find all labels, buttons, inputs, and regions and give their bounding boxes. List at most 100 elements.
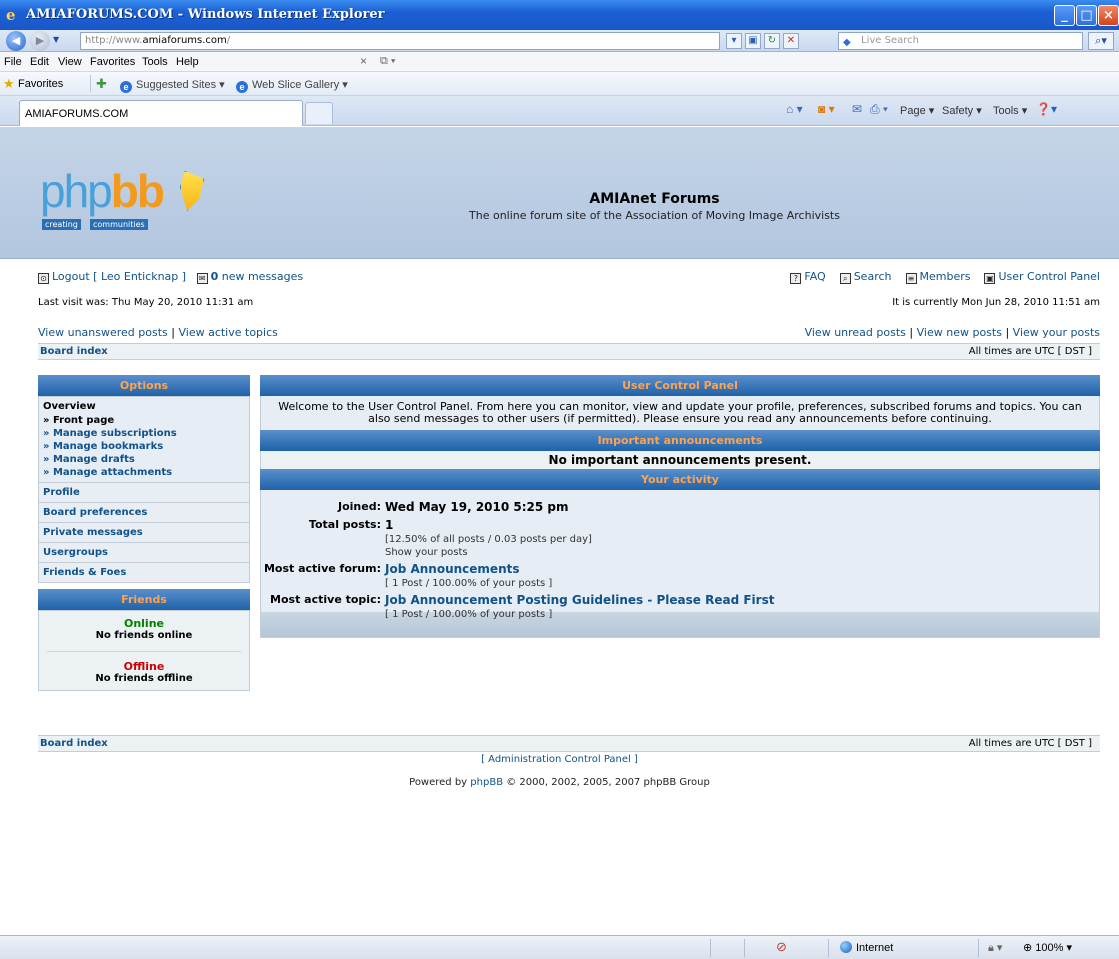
stop-icon[interactable]: ✕ xyxy=(783,33,799,49)
convert-icon[interactable]: ⧉ ▾ xyxy=(380,55,396,68)
quick-link-separator: | xyxy=(909,326,914,339)
tools-menu[interactable]: Tools ▾ xyxy=(993,104,1027,117)
browser-window: e AMIAFORUMS.COM - Windows Internet Expl… xyxy=(0,0,1119,959)
faq-link[interactable]: ? FAQ xyxy=(790,270,826,284)
add-favorite-icon[interactable]: ✚ xyxy=(96,76,107,92)
manage-subscriptions-link[interactable]: » Manage subscriptions xyxy=(39,427,249,440)
unanswered-posts-link[interactable]: View unanswered posts xyxy=(38,326,168,339)
status-divider xyxy=(978,939,979,957)
site-title: AMIAnet Forums xyxy=(589,191,720,207)
friends-foes-section[interactable]: Friends & Foes xyxy=(39,562,249,582)
close-toolbar-icon[interactable]: × xyxy=(360,54,367,68)
close-button[interactable]: × xyxy=(1098,5,1119,26)
ucp-header: User Control Panel xyxy=(260,375,1100,396)
refresh-icon[interactable]: ↻ xyxy=(764,33,780,49)
usergroups-section[interactable]: Usergroups xyxy=(39,542,249,562)
site-description: The online forum site of the Association… xyxy=(469,209,840,222)
home-icon[interactable]: ⌂ ▾ xyxy=(786,102,803,116)
web-slice-icon: e xyxy=(236,81,248,93)
menu-file[interactable]: File xyxy=(4,56,22,68)
live-search-input[interactable]: ◆ Live Search xyxy=(838,32,1083,50)
search-link[interactable]: ⌕ Search xyxy=(839,270,892,284)
menu-view[interactable]: View xyxy=(58,56,82,68)
ucp-label: User Control Panel xyxy=(998,270,1100,283)
recent-pages-dropdown-icon[interactable]: ▼ xyxy=(53,35,59,44)
search-icon: ⌕ xyxy=(839,273,851,284)
compatibility-view-icon[interactable]: ▣ xyxy=(745,33,761,49)
security-zone[interactable]: Internet xyxy=(840,941,893,954)
menu-bar: File Edit View Favorites Tools Help × ⧉ … xyxy=(0,52,1119,72)
profile-section[interactable]: Profile xyxy=(39,482,249,502)
welcome-text: Welcome to the User Control Panel. From … xyxy=(260,396,1100,430)
most-active-topic-detail: [ 1 Post / 100.00% of your posts ] xyxy=(385,609,553,620)
web-slice-gallery-button[interactable]: e Web Slice Gallery ▾ xyxy=(236,78,348,93)
board-index-link-bottom[interactable]: Board index xyxy=(40,738,108,749)
most-active-topic-row: Most active topic: Job Announcement Post… xyxy=(261,593,1099,620)
status-bar: ⊘ Internet 🔒︎ ▾ ⊕ 100% ▾ xyxy=(0,935,1119,959)
phpbb-link[interactable]: phpBB xyxy=(470,777,503,788)
favorites-star-icon[interactable]: ★ xyxy=(3,76,15,92)
logout-link[interactable]: ⊙ Logout [ Leo Enticknap ] xyxy=(38,270,186,284)
status-divider xyxy=(828,939,829,957)
address-dropdown-icon[interactable]: ▾ xyxy=(726,33,742,49)
most-active-topic-label: Most active topic: xyxy=(270,593,381,606)
web-slice-label: Web Slice Gallery ▾ xyxy=(252,79,348,91)
messages-icon: ✉ xyxy=(196,273,208,284)
new-messages-label: new messages xyxy=(221,270,304,283)
new-tab-button[interactable] xyxy=(305,102,333,124)
joined-value: Wed May 19, 2010 5:25 pm xyxy=(385,500,569,514)
board-index-link[interactable]: Board index xyxy=(40,346,108,357)
safety-menu[interactable]: Safety ▾ xyxy=(942,104,982,117)
manage-drafts-link[interactable]: » Manage drafts xyxy=(39,453,249,466)
members-label: Members xyxy=(919,270,971,283)
menu-favorites[interactable]: Favorites xyxy=(90,56,135,68)
status-divider xyxy=(710,939,711,957)
maximize-button[interactable]: □ xyxy=(1076,5,1097,26)
admin-control-panel-link[interactable]: [ Administration Control Panel ] xyxy=(0,754,1119,765)
front-page-link[interactable]: » Front page xyxy=(39,414,249,427)
favorites-button[interactable]: Favorites xyxy=(18,78,63,90)
faq-icon: ? xyxy=(790,273,802,284)
title-bar: e AMIAFORUMS.COM - Windows Internet Expl… xyxy=(0,0,1119,30)
forward-button[interactable]: ▶ xyxy=(30,31,50,51)
ie-logo-icon: e xyxy=(6,6,16,24)
timezone-info-bottom: All times are UTC [ DST ] xyxy=(968,738,1092,749)
tab-amiaforums[interactable]: AMIAFORUMS.COM xyxy=(19,100,303,126)
most-active-forum-detail: [ 1 Post / 100.00% of your posts ] xyxy=(385,578,553,589)
unread-posts-link[interactable]: View unread posts xyxy=(805,326,906,339)
your-posts-link[interactable]: View your posts xyxy=(1013,326,1100,339)
status-divider xyxy=(744,939,745,957)
search-go-button[interactable]: ⌕▾ xyxy=(1088,32,1114,50)
show-your-posts-link[interactable]: Show your posts xyxy=(385,547,468,558)
read-mail-icon[interactable]: ✉ xyxy=(852,102,862,116)
joined-row: Joined: Wed May 19, 2010 5:25 pm xyxy=(261,500,1099,514)
suggested-sites-button[interactable]: e Suggested Sites ▾ xyxy=(120,78,225,93)
most-active-topic-link[interactable]: Job Announcement Posting Guidelines - Pl… xyxy=(385,593,774,607)
protected-mode-lock-icon[interactable]: 🔒︎ ▾ xyxy=(988,941,1002,955)
ucp-link[interactable]: ▣ User Control Panel xyxy=(984,270,1100,284)
ucp-sidebar: Options Overview » Front page » Manage s… xyxy=(38,375,250,691)
new-messages-link[interactable]: ✉ 0 new messages xyxy=(196,270,304,284)
feeds-icon[interactable]: ◙ ▾ xyxy=(818,102,835,116)
internet-globe-icon xyxy=(840,941,852,953)
board-preferences-section[interactable]: Board preferences xyxy=(39,502,249,522)
address-field[interactable]: http://www.amiaforums.com/ xyxy=(80,32,720,50)
menu-help[interactable]: Help xyxy=(176,56,199,68)
menu-tools[interactable]: Tools xyxy=(142,56,168,68)
print-icon[interactable]: ⎙ ▾ xyxy=(870,102,888,117)
suggested-sites-icon: e xyxy=(120,81,132,93)
zoom-level[interactable]: ⊕ 100% ▾ xyxy=(1023,941,1072,954)
members-link[interactable]: ≡ Members xyxy=(905,270,971,284)
manage-bookmarks-link[interactable]: » Manage bookmarks xyxy=(39,440,249,453)
active-topics-link[interactable]: View active topics xyxy=(178,326,277,339)
menu-edit[interactable]: Edit xyxy=(30,56,49,68)
most-active-forum-link[interactable]: Job Announcements xyxy=(385,562,520,576)
manage-attachments-link[interactable]: » Manage attachments xyxy=(39,466,249,482)
minimize-button[interactable]: _ xyxy=(1054,5,1075,26)
help-icon[interactable]: ❓▾ xyxy=(1036,102,1057,116)
overview-section[interactable]: Overview xyxy=(39,397,249,414)
page-menu[interactable]: Page ▾ xyxy=(900,104,934,117)
new-posts-link[interactable]: View new posts xyxy=(917,326,1002,339)
private-messages-section[interactable]: Private messages xyxy=(39,522,249,542)
back-button[interactable]: ◀ xyxy=(6,31,26,51)
